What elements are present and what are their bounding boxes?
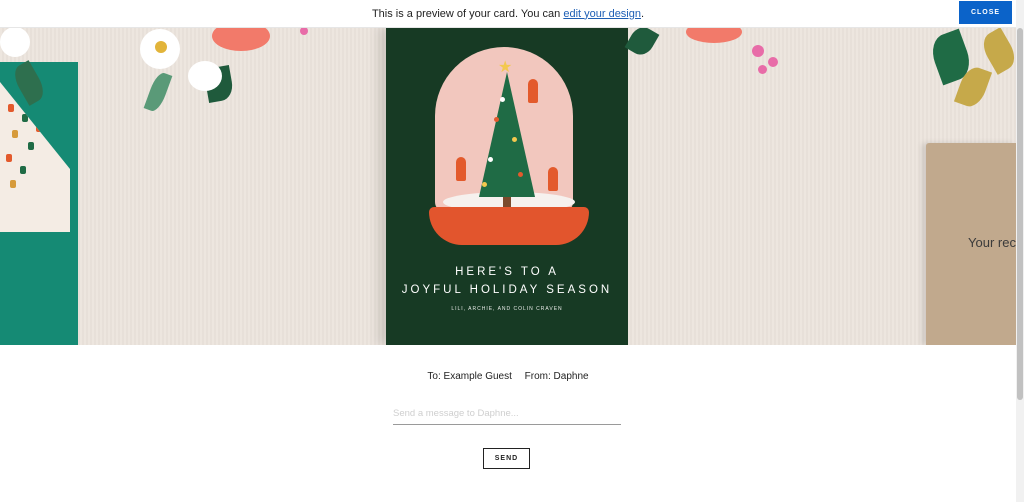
elf-left [456, 157, 466, 181]
star-icon: ★ [498, 59, 513, 76]
christmas-tree [479, 72, 535, 197]
card-headline-line1: HERE'S TO A [455, 266, 559, 278]
to-label: To: Example Guest [427, 371, 512, 382]
preview-period: . [641, 7, 645, 20]
edit-design-link[interactable]: edit your design [563, 8, 641, 20]
envelope-address-text: Your rec [968, 235, 1016, 250]
envelope-right: Your rec [926, 143, 1016, 345]
card-credit: LILI, ARCHIE, AND COLIN CRAVEN [451, 306, 563, 312]
card-stage: ★ HERE'S TO A JOYFUL HOLIDAY SEASON LILI… [0, 27, 1016, 345]
preview-message-text: This is a preview of your card. You can [371, 7, 561, 20]
recipient-info: To: Example Guest From: Daphne [0, 371, 1016, 382]
card-headline-line2: JOYFUL HOLIDAY SEASON [401, 284, 613, 296]
send-button[interactable]: SEND [483, 448, 530, 469]
elf-top [528, 79, 538, 103]
scrollbar-thumb[interactable] [1017, 28, 1023, 400]
elf-right [548, 167, 558, 191]
from-label: From: Daphne [524, 371, 589, 382]
globe-base [429, 207, 589, 245]
preview-banner: This is a preview of your card. You can … [0, 0, 1016, 28]
preview-message: This is a preview of your card. You can … [372, 8, 644, 20]
message-input[interactable] [393, 402, 621, 425]
card-preview: ★ HERE'S TO A JOYFUL HOLIDAY SEASON LILI… [386, 27, 628, 345]
close-button[interactable]: CLOSE [959, 1, 1012, 24]
